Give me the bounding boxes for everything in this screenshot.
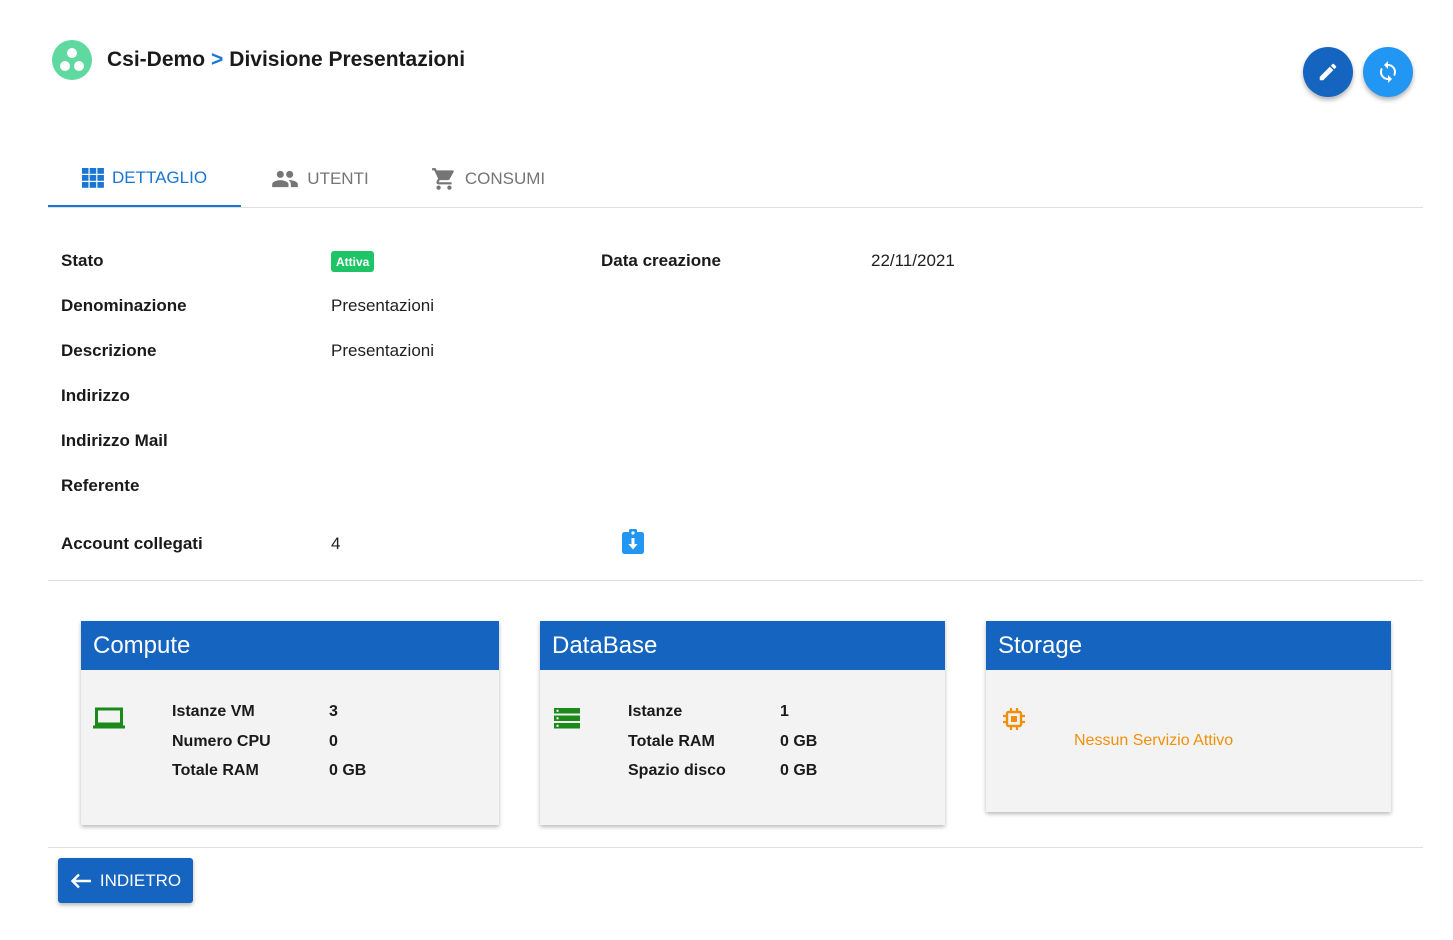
database-card-title: DataBase xyxy=(540,621,945,670)
pencil-icon xyxy=(1319,63,1337,81)
referente-label: Referente xyxy=(61,476,140,495)
indirizzo-mail-label: Indirizzo Mail xyxy=(61,431,168,450)
tab-consumi[interactable]: CONSUMI xyxy=(399,150,577,207)
grid-icon xyxy=(81,167,104,188)
breadcrumb: Csi-Demo > Divisione Presentazioni xyxy=(107,48,465,72)
descrizione-label: Descrizione xyxy=(61,341,157,360)
app-logo xyxy=(52,40,92,80)
database-stat-value: 0 GB xyxy=(780,762,818,779)
account-collegati-label: Account collegati xyxy=(61,534,203,553)
compute-stat-label: Numero CPU xyxy=(172,733,271,750)
stato-label: Stato xyxy=(61,251,104,270)
cart-icon xyxy=(431,167,454,190)
tab-consumi-label: CONSUMI xyxy=(464,168,546,188)
descrizione-value: Presentazioni xyxy=(331,341,435,360)
account-collegati-value: 4 xyxy=(331,534,341,553)
sync-icon xyxy=(1380,61,1396,83)
chip-icon xyxy=(1003,708,1025,730)
database-stat-value: 1 xyxy=(780,703,789,720)
storage-card-title: Storage xyxy=(986,621,1391,670)
arrow-left-icon xyxy=(70,873,91,888)
back-button-label: INDIETRO xyxy=(99,870,182,890)
breadcrumb-current: Divisione Presentazioni xyxy=(229,48,466,71)
database-stat-label: Totale RAM xyxy=(628,733,715,750)
tab-utenti[interactable]: UTENTI xyxy=(241,150,399,207)
download-accounts-button[interactable] xyxy=(621,529,645,555)
database-stat-value: 0 GB xyxy=(780,733,818,750)
back-button[interactable]: INDIETRO xyxy=(58,858,193,903)
no-active-service-text: Nessun Servizio Attivo xyxy=(1074,732,1234,749)
compute-stat-value: 0 xyxy=(329,733,338,750)
indirizzo-label: Indirizzo xyxy=(61,386,130,405)
database-stat-label: Istanze xyxy=(628,703,683,720)
breadcrumb-parent[interactable]: Csi-Demo xyxy=(107,48,205,72)
section-divider xyxy=(48,580,1423,581)
clipboard-download-icon xyxy=(622,529,644,554)
database-card: DataBase Istanze 1 Totale RAM 0 GB Spazi… xyxy=(540,621,945,825)
compute-stat-value: 0 GB xyxy=(329,762,367,779)
status-badge: Attiva xyxy=(331,251,375,272)
tab-bar: DETTAGLIO UTENTI CONSUMI xyxy=(48,150,1423,208)
people-icon xyxy=(272,170,299,187)
compute-stat-label: Totale RAM xyxy=(172,762,259,779)
footer-divider xyxy=(48,847,1423,848)
data-creazione-value: 22/11/2021 xyxy=(871,251,955,270)
database-icon xyxy=(554,708,580,729)
compute-card: Compute Istanze VM 3 Numero CPU 0 Totale… xyxy=(81,621,499,825)
storage-card: Storage Nessun Servizio Attivo xyxy=(986,621,1391,812)
compute-card-title: Compute xyxy=(81,621,499,670)
data-creazione-label: Data creazione xyxy=(601,251,721,270)
page-header: Csi-Demo > Divisione Presentazioni xyxy=(52,40,465,80)
tab-utenti-label: UTENTI xyxy=(307,168,369,188)
laptop-icon xyxy=(93,707,125,729)
compute-stat-label: Istanze VM xyxy=(172,703,255,720)
tab-dettaglio[interactable]: DETTAGLIO xyxy=(48,150,241,207)
refresh-button[interactable] xyxy=(1363,47,1413,97)
breadcrumb-separator: > xyxy=(211,48,224,71)
tab-dettaglio-label: DETTAGLIO xyxy=(111,167,208,187)
edit-button[interactable] xyxy=(1303,47,1353,97)
denominazione-value: Presentazioni xyxy=(331,296,435,315)
denominazione-label: Denominazione xyxy=(61,296,187,315)
database-stat-label: Spazio disco xyxy=(628,762,726,779)
compute-stat-value: 3 xyxy=(329,703,338,720)
